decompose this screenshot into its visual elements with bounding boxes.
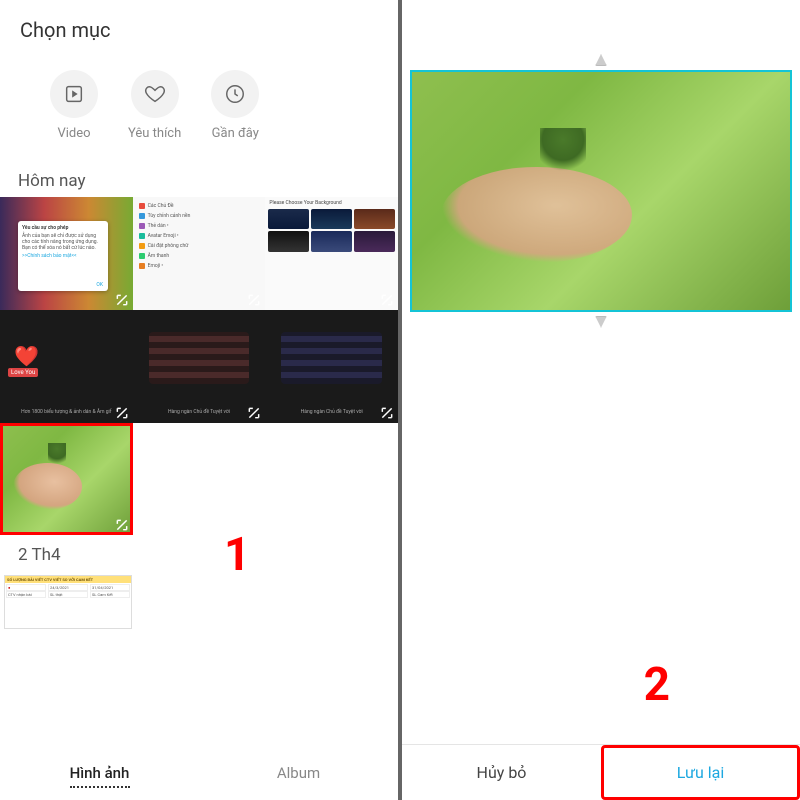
expand-icon [380, 405, 394, 419]
thumbnail-screenshot[interactable]: ❤️ Love You Hơn 1800 biểu tượng & ảnh dá… [0, 310, 133, 423]
action-bar: Hủy bỏ Lưu lại [402, 744, 800, 800]
category-row: Video Yêu thích Gần đây [0, 52, 398, 161]
tab-album[interactable]: Album [199, 745, 398, 800]
crop-selection[interactable] [410, 70, 792, 312]
crop-area [402, 0, 800, 312]
category-label: Yêu thích [128, 126, 181, 141]
love-sticker: ❤️ [14, 344, 39, 368]
cancel-button[interactable]: Hủy bỏ [402, 745, 601, 800]
category-video[interactable]: Video [50, 70, 98, 141]
expand-icon [380, 292, 394, 306]
section-header-apr2: 2 Th4 [0, 535, 398, 571]
heart-icon [131, 70, 179, 118]
thumbnail-photo-selected[interactable] [0, 423, 133, 536]
save-button[interactable]: Lưu lại [601, 745, 800, 800]
category-label: Gần đây [212, 126, 259, 141]
thumbnail-screenshot[interactable]: Các Chủ Đề Tùy chỉnh cảnh nền Thẻ dán • … [133, 197, 266, 310]
clock-icon [211, 70, 259, 118]
thumbnail-screenshot[interactable]: Please Choose Your Background [265, 197, 398, 310]
thumbnail-screenshot[interactable]: Yêu cầu sự cho phép Ảnh của bạn sẽ chỉ đ… [0, 197, 133, 310]
category-label: Video [57, 126, 90, 141]
crop-frame[interactable] [410, 70, 792, 312]
thumbnail-grid: Yêu cầu sự cho phép Ảnh của bạn sẽ chỉ đ… [0, 197, 398, 535]
thumbnail-screenshot[interactable]: Hàng ngàn Chủ đề Tuyệt vời [265, 310, 398, 423]
play-icon [50, 70, 98, 118]
thumbnail-screenshot[interactable]: Hàng ngàn Chủ đề Tuyệt vời [133, 310, 266, 423]
crop-handle-bottom[interactable] [595, 316, 607, 328]
tab-images[interactable]: Hình ảnh [0, 745, 199, 800]
crop-panel: Hủy bỏ Lưu lại 2 [400, 0, 800, 800]
expand-icon [115, 292, 129, 306]
category-recent[interactable]: Gần đây [211, 70, 259, 141]
page-title: Chọn mục [0, 0, 398, 52]
section-header-today: Hôm nay [0, 161, 398, 197]
expand-icon [247, 405, 261, 419]
expand-icon [115, 405, 129, 419]
expand-icon [247, 292, 261, 306]
crop-handle-top[interactable] [595, 54, 607, 66]
thumbnail-row: SỐ LƯỢNG BÀI VIẾT CTV VIẾT SO VỚI CAM KẾ… [0, 571, 398, 629]
step-annotation-2: 2 [644, 658, 670, 712]
bottom-tabbar: Hình ảnh Album [0, 744, 398, 800]
image-picker-panel: Chọn mục Video Yêu thích Gần đây Hôm nay… [0, 0, 400, 800]
expand-icon [115, 517, 129, 531]
category-favorites[interactable]: Yêu thích [128, 70, 181, 141]
thumbnail-spreadsheet[interactable]: SỐ LƯỢNG BÀI VIẾT CTV VIẾT SO VỚI CAM KẾ… [4, 575, 132, 629]
step-annotation-1: 1 [224, 528, 250, 582]
dialog-preview: Yêu cầu sự cho phép Ảnh của bạn sẽ chỉ đ… [18, 221, 108, 291]
